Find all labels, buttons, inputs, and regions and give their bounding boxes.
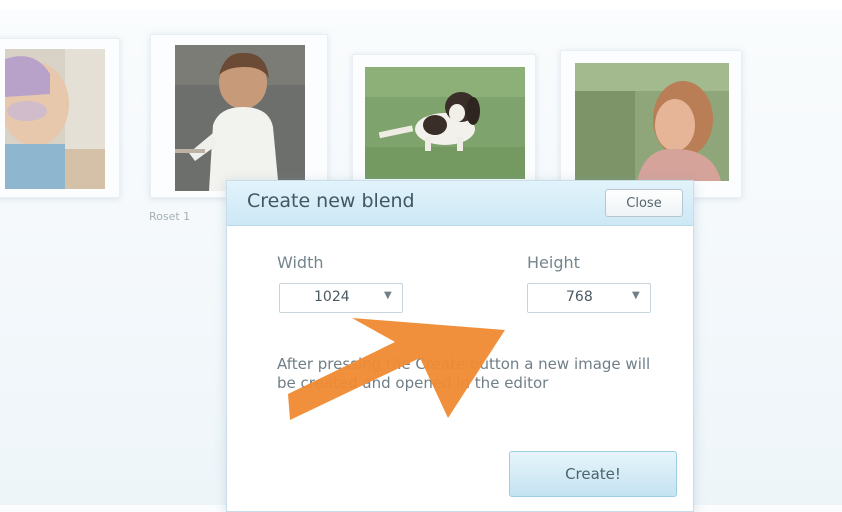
gallery-caption-2: Roset 1 [149,210,191,223]
create-button[interactable]: Create! [509,451,677,497]
dialog-description: After pressing the Create button a new i… [277,355,651,392]
chevron-down-icon: ▼ [384,290,392,301]
gallery-card-2[interactable]: Roset 1 [149,34,328,223]
gallery-thumbnail-4 [575,63,729,181]
width-select[interactable]: 1024 ▼ [279,283,403,313]
width-label: Width [277,253,324,272]
top-strip [0,0,842,10]
width-value: 1024 [314,289,350,305]
close-button[interactable]: Close [605,189,683,217]
height-label: Height [527,253,580,272]
height-value: 768 [566,289,593,305]
gallery-card-3[interactable] [352,54,536,198]
create-blend-dialog: Create new blend Close Width 1024 ▼ Heig… [226,180,694,512]
dialog-header: Create new blend Close [227,181,693,226]
dialog-title: Create new blend [247,190,415,212]
gallery-thumbnail-1 [5,49,105,189]
gallery-thumbnail-2 [175,45,305,191]
gallery-thumbnail-3 [365,67,525,179]
gallery-card-4[interactable] [560,50,742,198]
chevron-down-icon: ▼ [632,290,640,301]
gallery-card-1[interactable] [0,38,120,198]
height-select[interactable]: 768 ▼ [527,283,651,313]
